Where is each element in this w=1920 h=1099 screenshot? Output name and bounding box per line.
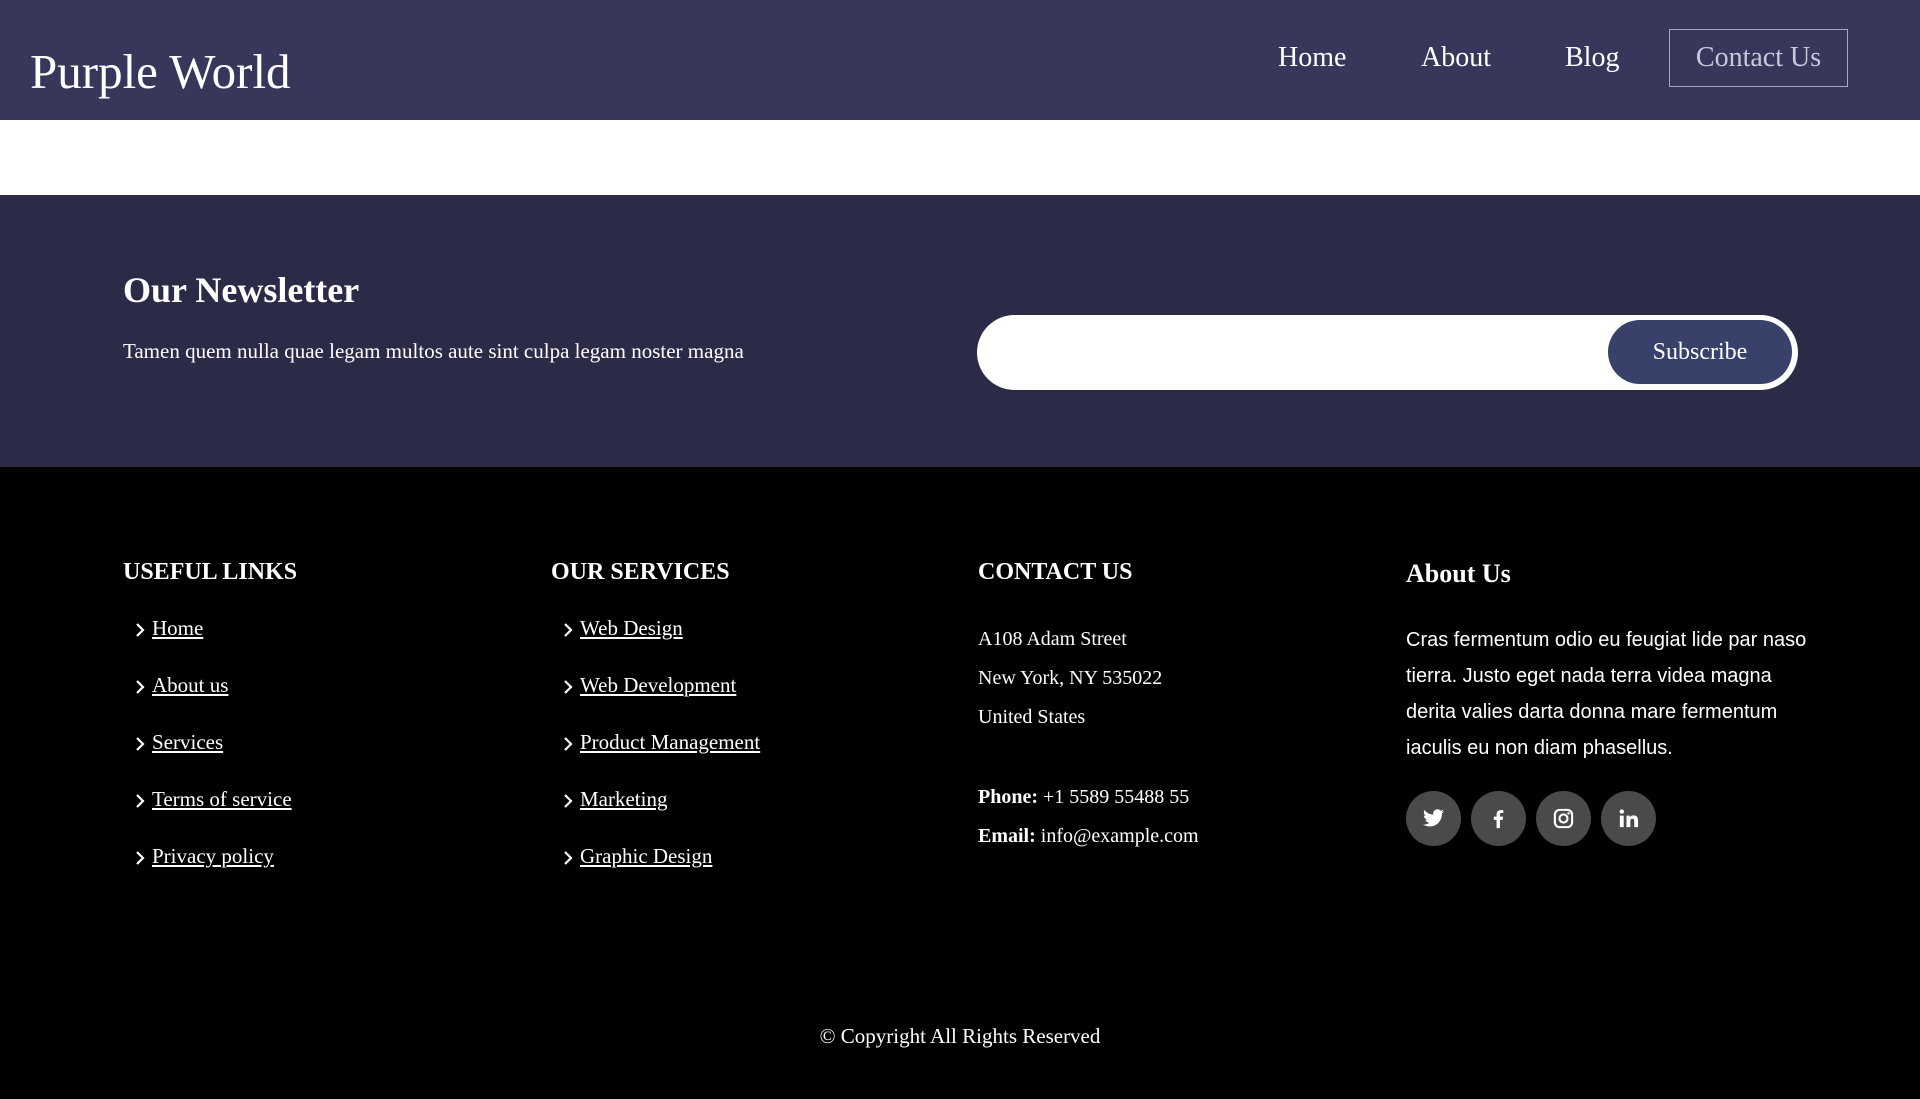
phone-line: Phone: +1 5589 55488 55 [978,778,1199,817]
footer-link-product-management[interactable]: Product Management [580,728,760,756]
footer-link-web-design[interactable]: Web Design [580,614,683,642]
footer-link-services[interactable]: Services [152,728,223,756]
footer-link-home[interactable]: Home [152,614,203,642]
footer-link-about[interactable]: About us [152,671,228,699]
footer-link-terms[interactable]: Terms of service [152,785,292,813]
chevron-right-icon [136,737,145,751]
chevron-right-icon [136,851,145,865]
about-description: Cras fermentum odio eu feugiat lide par … [1406,629,1807,759]
contact-address: A108 Adam Street New York, NY 535022 Uni… [978,620,1162,737]
chevron-right-icon [136,623,145,637]
chevron-right-icon [564,794,573,808]
chevron-right-icon [136,680,145,694]
site-footer: USEFUL LINKS Home About us Services Term… [0,467,1920,1099]
instagram-button[interactable] [1536,791,1591,846]
nav-home-link[interactable]: Home [1278,40,1346,76]
footer-link-marketing[interactable]: Marketing [580,785,667,813]
nav-contact-button[interactable]: Contact Us [1669,29,1848,87]
newsletter-section: Our Newsletter Tamen quem nulla quae leg… [0,195,1920,467]
contact-details: Phone: +1 5589 55488 55 Email: info@exam… [978,778,1199,856]
chevron-right-icon [564,680,573,694]
address-line: A108 Adam Street [978,628,1127,650]
newsletter-description: Tamen quem nulla quae legam multos aute … [123,339,744,363]
newsletter-form: Subscribe [977,315,1798,390]
chevron-right-icon [136,794,145,808]
phone-value: +1 5589 55488 55 [1043,786,1190,808]
newsletter-title: Our Newsletter [123,270,360,310]
phone-label: Phone: [978,786,1038,808]
useful-links-title: USEFUL LINKS [123,559,298,585]
main-nav: Home About Blog Contact Us [0,0,1920,120]
chevron-right-icon [564,851,573,865]
copyright-text: © Copyright All Rights Reserved [819,1024,1101,1048]
subscribe-button[interactable]: Subscribe [1608,320,1792,384]
address-line: United States [978,706,1086,728]
contact-title: CONTACT US [978,559,1133,585]
twitter-icon [1422,809,1445,827]
site-header: Purple World Home About Blog Contact Us [0,0,1920,120]
chevron-right-icon [564,737,573,751]
linkedin-icon [1619,809,1639,828]
chevron-right-icon [564,623,573,637]
newsletter-email-input[interactable] [1007,325,1567,380]
twitter-button[interactable] [1406,791,1461,846]
address-line: New York, NY 535022 [978,667,1163,689]
footer-link-graphic-design[interactable]: Graphic Design [580,842,712,870]
email-line: Email: info@example.com [978,817,1199,856]
footer-link-privacy[interactable]: Privacy policy [152,842,274,870]
facebook-icon [1493,810,1504,829]
nav-about-link[interactable]: About [1421,40,1491,76]
about-title: About Us [1406,559,1511,588]
email-label: Email: [978,825,1036,847]
footer-link-web-development[interactable]: Web Development [580,671,736,699]
hero-band [0,120,1920,195]
linkedin-button[interactable] [1601,791,1656,846]
email-value: info@example.com [1040,825,1199,847]
nav-blog-link[interactable]: Blog [1565,40,1619,76]
services-title: OUR SERVICES [551,559,730,585]
instagram-icon [1553,808,1574,829]
facebook-button[interactable] [1471,791,1526,846]
